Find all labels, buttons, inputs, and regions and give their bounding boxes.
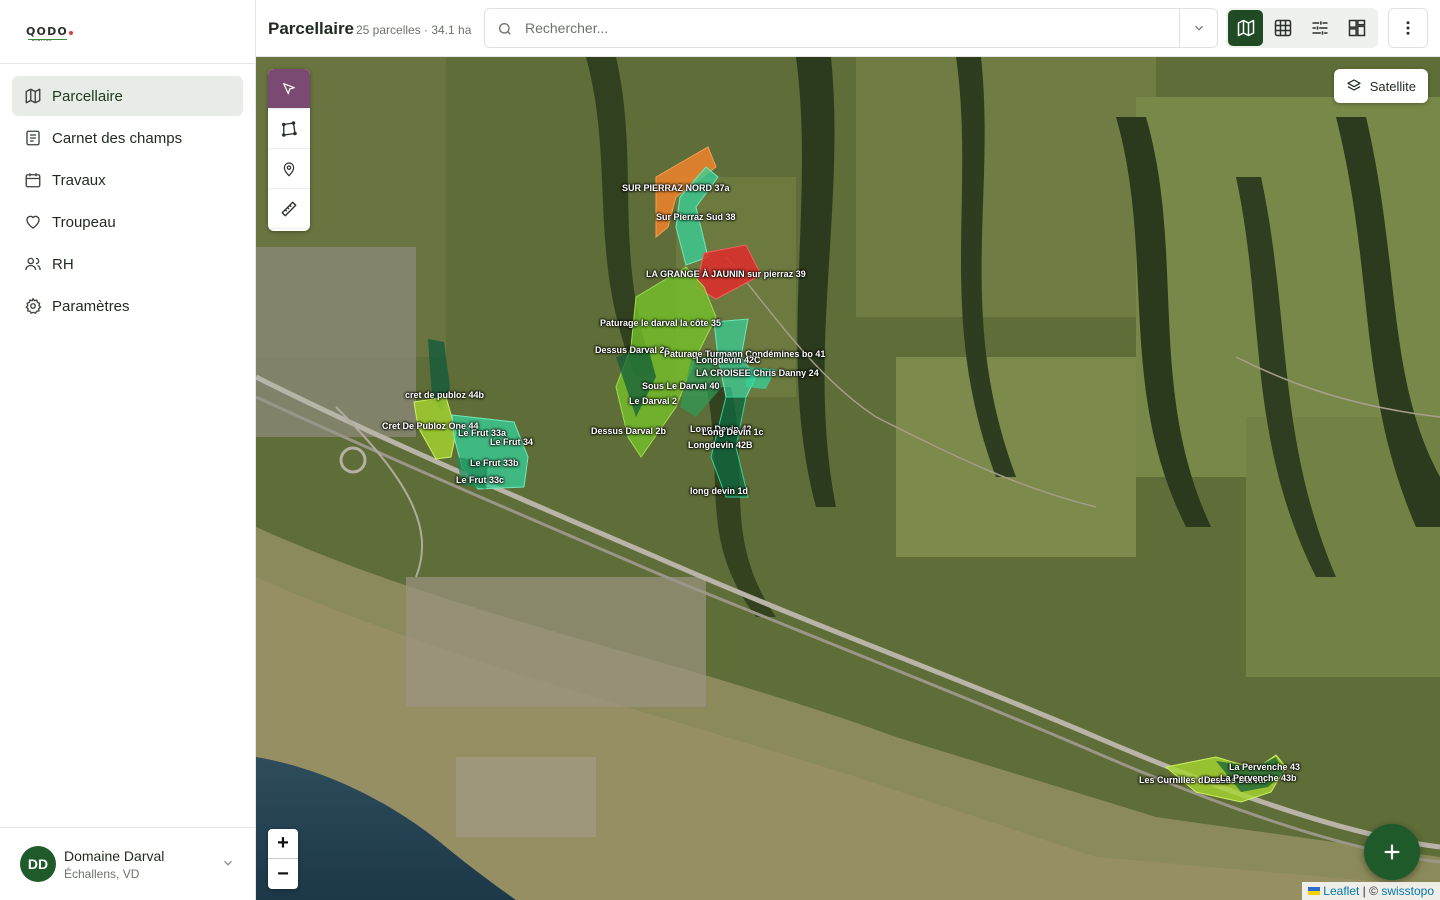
ukraine-flag-icon: [1308, 887, 1321, 895]
logo-dot: [68, 31, 73, 35]
map-icon: [1237, 19, 1254, 37]
cursor-icon: [283, 82, 295, 94]
sidebar-item-label: Travaux: [52, 171, 106, 189]
parcel-label[interactable]: Longdevin 42C: [696, 355, 761, 365]
polygon-icon: [281, 120, 297, 137]
map-view-button[interactable]: [1228, 10, 1263, 46]
parcel-label[interactable]: La Pervenche 43: [1229, 762, 1300, 772]
parcel-label[interactable]: Dessus Darval 2b: [591, 426, 666, 436]
account-info: Domaine Darval Échallens, VD: [64, 848, 164, 881]
zoom-in-button[interactable]: +: [268, 829, 298, 859]
parcel-label[interactable]: Sur Pierraz Sud 38: [656, 212, 736, 222]
dashboard-view-button[interactable]: [1339, 10, 1374, 46]
parcel-label[interactable]: LA CROISEE Chris Danny 24: [696, 368, 819, 378]
parcel-label[interactable]: Long Devin 1c: [702, 427, 764, 437]
table-icon: [1274, 19, 1291, 37]
layer-label: Satellite: [1369, 78, 1416, 94]
sidebar-item-label: Parcellaire: [52, 87, 123, 105]
chevron-down-icon: [221, 856, 235, 875]
sidebar-item-troupeau[interactable]: Troupeau: [12, 202, 243, 242]
measure-tool-button[interactable]: [268, 189, 310, 229]
logo-bar: [28, 38, 67, 40]
logo-text: QODO: [26, 25, 68, 38]
parcel-label[interactable]: Le Frut 33b: [470, 458, 519, 468]
ruler-icon: [281, 201, 297, 216]
swisstopo-link[interactable]: swisstopo: [1381, 884, 1434, 898]
sidebar: QODO DIGITAL Parcellaire Carnet des cham…: [0, 0, 256, 900]
sidebar-item-label: Troupeau: [52, 213, 116, 231]
zoom-out-button[interactable]: −: [268, 859, 298, 889]
sidebar-item-carnet[interactable]: Carnet des champs: [12, 118, 243, 158]
map-canvas[interactable]: SUR PIERRAZ NORD 37a Sur Pierraz Sud 38 …: [256, 57, 1440, 900]
draw-toolbar: [268, 69, 310, 231]
search-box: [484, 8, 1218, 48]
layer-toggle-button[interactable]: Satellite: [1333, 69, 1428, 103]
parcel-label[interactable]: Longdevin 42B: [688, 440, 753, 450]
table-view-button[interactable]: [1265, 10, 1300, 46]
leaflet-link[interactable]: Leaflet: [1323, 884, 1359, 898]
calendar-icon: [24, 171, 42, 189]
users-icon: [24, 255, 42, 273]
parcel-label[interactable]: LA GRANGE À JAUNIN sur pierraz 39: [646, 269, 806, 279]
sidebar-item-label: RH: [52, 255, 74, 273]
avatar: DD: [20, 846, 56, 882]
sidebar-item-rh[interactable]: RH: [12, 244, 243, 284]
marker-tool-button[interactable]: [268, 149, 310, 189]
polygon-tool-button[interactable]: [268, 109, 310, 149]
sidebar-item-travaux[interactable]: Travaux: [12, 160, 243, 200]
parcel-label[interactable]: Sous Le Darval 40: [642, 381, 720, 391]
more-vertical-icon: [1406, 21, 1410, 35]
account-location: Échallens, VD: [64, 866, 140, 881]
parcel-label[interactable]: Le Darval 2: [629, 396, 677, 406]
parcel-label[interactable]: long devin 1d: [690, 486, 748, 496]
more-options-button[interactable]: [1388, 8, 1428, 48]
dashboard-icon: [1348, 19, 1365, 37]
page-title: Parcellaire: [268, 19, 355, 38]
logo-area: QODO DIGITAL: [0, 0, 255, 64]
sidebar-nav: Parcellaire Carnet des champs Travaux Tr…: [0, 64, 255, 326]
layers-icon: [1346, 78, 1362, 94]
add-parcel-button[interactable]: [1364, 824, 1420, 880]
parcel-label[interactable]: SUR PIERRAZ NORD 37a: [622, 183, 730, 193]
map-attribution: Leaflet | © swisstopo: [1302, 882, 1440, 900]
top-bar: Parcellaire 25 parcelles · 34.1 ha: [256, 0, 1440, 57]
parcel-label[interactable]: Le Frut 33c: [456, 475, 504, 485]
parcel-label[interactable]: La Pervenche 43b: [1220, 773, 1297, 783]
search-icon: [497, 21, 513, 42]
sidebar-item-parcellaire[interactable]: Parcellaire: [12, 76, 243, 116]
parcel-label[interactable]: Dessus Darval 2c: [595, 345, 670, 355]
notebook-icon: [24, 129, 42, 147]
filter-view-button[interactable]: [1302, 10, 1337, 46]
page-subtitle: 25 parcelles · 34.1 ha: [356, 23, 472, 37]
sliders-icon: [1312, 21, 1327, 35]
account-switcher[interactable]: DD Domaine Darval Échallens, VD: [0, 827, 255, 900]
gear-icon: [24, 297, 42, 315]
parcel-label[interactable]: Le Frut 34: [490, 437, 533, 447]
map-icon: [24, 87, 42, 105]
heart-icon: [24, 213, 42, 231]
account-name: Domaine Darval: [64, 847, 165, 864]
zoom-control: + −: [268, 829, 298, 889]
sidebar-item-label: Paramètres: [52, 297, 130, 315]
select-tool-button[interactable]: [268, 69, 310, 109]
view-toggle: [1226, 8, 1378, 48]
plus-icon: [1384, 844, 1400, 860]
sidebar-item-label: Carnet des champs: [52, 129, 183, 147]
sidebar-item-parametres[interactable]: Paramètres: [12, 286, 243, 326]
search-dropdown-button[interactable]: [1179, 9, 1217, 47]
parcel-label[interactable]: Paturage le darval la côte 35: [600, 318, 721, 328]
attribution-separator: | ©: [1362, 884, 1378, 898]
search-input[interactable]: [525, 9, 1165, 47]
map-pin-icon: [283, 161, 295, 176]
parcel-label[interactable]: cret de publoz 44b: [405, 390, 484, 400]
logo[interactable]: QODO DIGITAL: [26, 25, 73, 42]
